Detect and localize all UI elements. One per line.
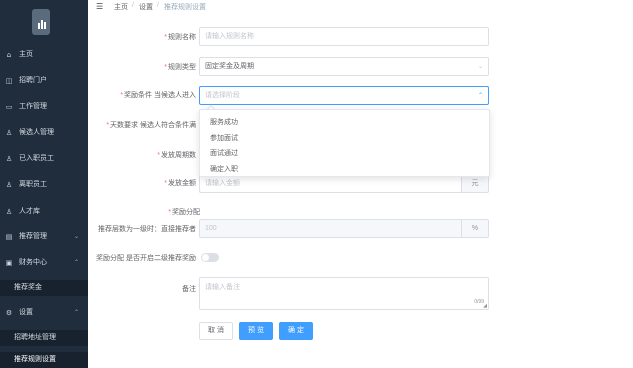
sidebar-item-portal[interactable]: ◫ 招聘门户 (0, 73, 88, 89)
sidebar-item-bonus[interactable]: 推荐奖金 (0, 280, 88, 296)
sidebar-item-recommend[interactable]: ▤ 推荐管理 ⌄ (0, 229, 88, 245)
sidebar-item-label: 推荐管理 (19, 233, 47, 240)
rule-type-label: *规则类型 (164, 64, 196, 71)
rule-name-input[interactable]: 请输入规则名称 (199, 27, 489, 46)
portal-icon: ◫ (5, 77, 13, 85)
level1-ratio-label: 推荐层数为一级时：直接推荐者 (98, 226, 196, 233)
remark-textarea[interactable]: 请输入备注 0/99 ◢ (199, 277, 489, 310)
remark-placeholder: 请输入备注 (205, 284, 240, 291)
chevron-up-icon: ⌃ (73, 309, 79, 316)
recommend-icon: ▤ (5, 233, 13, 241)
preview-button[interactable]: 预 览 (239, 322, 273, 340)
reward-split-label: *奖励分配 (168, 209, 200, 216)
sidebar-item-label: 工作管理 (19, 103, 47, 110)
sidebar-item-label: 招聘地址管理 (14, 334, 56, 341)
dropdown-option[interactable]: 确定入职 (210, 164, 238, 174)
home-icon: ⌂ (6, 51, 12, 59)
stage-dropdown: 服务成功 参加面试 面试通过 确定入职 (199, 109, 490, 177)
level1-ratio-value: 100 (205, 225, 217, 232)
sidebar-item-jobs[interactable]: ▭ 工作管理 (0, 99, 88, 115)
chevron-down-icon: ⌄ (73, 233, 79, 240)
sidebar-item-finance[interactable]: ▣ 财务中心 ⌃ (0, 255, 88, 271)
dropdown-option[interactable]: 面试通过 (210, 148, 238, 158)
sidebar-item-departed[interactable]: ♙ 离职员工 (0, 177, 88, 193)
rule-type-select[interactable]: 固定奖金及周期 ⌄ (199, 57, 489, 76)
sidebar-item-address[interactable]: 招聘地址管理 (0, 330, 88, 346)
level2-reward-switch[interactable] (201, 253, 219, 262)
level2-toggle-label: 奖励分配 是否开启二级推荐奖励 (96, 255, 196, 262)
rule-type-value: 固定奖金及周期 (205, 63, 254, 70)
finance-icon: ▣ (5, 259, 13, 267)
breadcrumb-separator: / (157, 2, 159, 9)
dropdown-option[interactable]: 参加面试 (210, 133, 238, 143)
sidebar-item-label: 推荐奖金 (14, 284, 42, 291)
breadcrumb-current: 推荐规则设置 (164, 4, 206, 11)
reward-condition-placeholder: 请选择阶段 (205, 92, 240, 99)
chevron-up-icon: ⌃ (73, 259, 79, 266)
rule-name-label: *规则名称 (164, 34, 196, 41)
sidebar-item-label: 财务中心 (19, 259, 47, 266)
menu-toggle-icon[interactable]: ☰ (96, 2, 103, 11)
level1-ratio-unit: % (462, 219, 489, 238)
sidebar-item-label: 候选人管理 (19, 129, 54, 136)
sidebar-item-label: 主页 (19, 51, 33, 58)
reward-condition-label: *奖励条件 当候选人进入 (120, 92, 196, 99)
payout-amount-label: *发放金额 (164, 180, 196, 187)
sidebar: ⌂ 主页 ◫ 招聘门户 ▭ 工作管理 ♙ 候选人管理 ♙ 已入职员工 ♙ 离职员… (0, 0, 88, 368)
sidebar-item-label: 招聘门户 (19, 77, 47, 84)
breadcrumb-separator: / (132, 2, 134, 9)
settings-icon: ⚙ (5, 309, 13, 317)
switch-knob (202, 254, 209, 261)
user-check-icon: ♙ (5, 155, 13, 163)
payout-amount-placeholder: 请输入金额 (205, 180, 240, 187)
app-logo (32, 9, 50, 35)
sidebar-item-label: 人才库 (19, 208, 40, 215)
briefcase-icon: ▭ (5, 103, 13, 111)
resize-grip-icon[interactable]: ◢ (483, 303, 487, 309)
sidebar-item-rule-settings[interactable]: 推荐规则设置 (0, 352, 88, 368)
chevron-down-icon: ⌄ (477, 63, 483, 70)
sidebar-item-home[interactable]: ⌂ 主页 (0, 47, 88, 63)
sidebar-item-label: 推荐规则设置 (14, 356, 56, 363)
sidebar-item-label: 离职员工 (19, 181, 47, 188)
reward-condition-select[interactable]: 请选择阶段 ⌃ (199, 86, 489, 105)
sidebar-item-candidates[interactable]: ♙ 候选人管理 (0, 125, 88, 141)
remark-label: 备注 (182, 286, 196, 293)
days-required-label: *天数要求 候选人符合条件满 (106, 122, 196, 129)
rule-name-placeholder: 请输入规则名称 (205, 33, 254, 40)
sidebar-item-talent-pool[interactable]: ♙ 人才库 (0, 204, 88, 220)
payout-cycle-label: *发放周期数 (157, 152, 196, 159)
sidebar-item-label: 已入职员工 (19, 155, 54, 162)
breadcrumb-settings[interactable]: 设置 (139, 2, 153, 12)
cancel-button[interactable]: 取 消 (199, 322, 233, 340)
dropdown-option[interactable]: 服务成功 (210, 117, 238, 127)
sidebar-item-settings[interactable]: ⚙ 设置 ⌃ (0, 305, 88, 321)
people-icon: ♙ (5, 208, 13, 216)
user-icon: ♙ (5, 129, 13, 137)
sidebar-item-onboarded[interactable]: ♙ 已入职员工 (0, 151, 88, 167)
user-exit-icon: ♙ (5, 181, 13, 189)
sidebar-item-label: 设置 (19, 309, 33, 316)
confirm-button[interactable]: 确 定 (279, 322, 313, 340)
chevron-up-icon: ⌃ (477, 92, 483, 99)
level1-ratio-input: 100 (199, 219, 462, 238)
breadcrumb-home[interactable]: 主页 (114, 2, 128, 12)
